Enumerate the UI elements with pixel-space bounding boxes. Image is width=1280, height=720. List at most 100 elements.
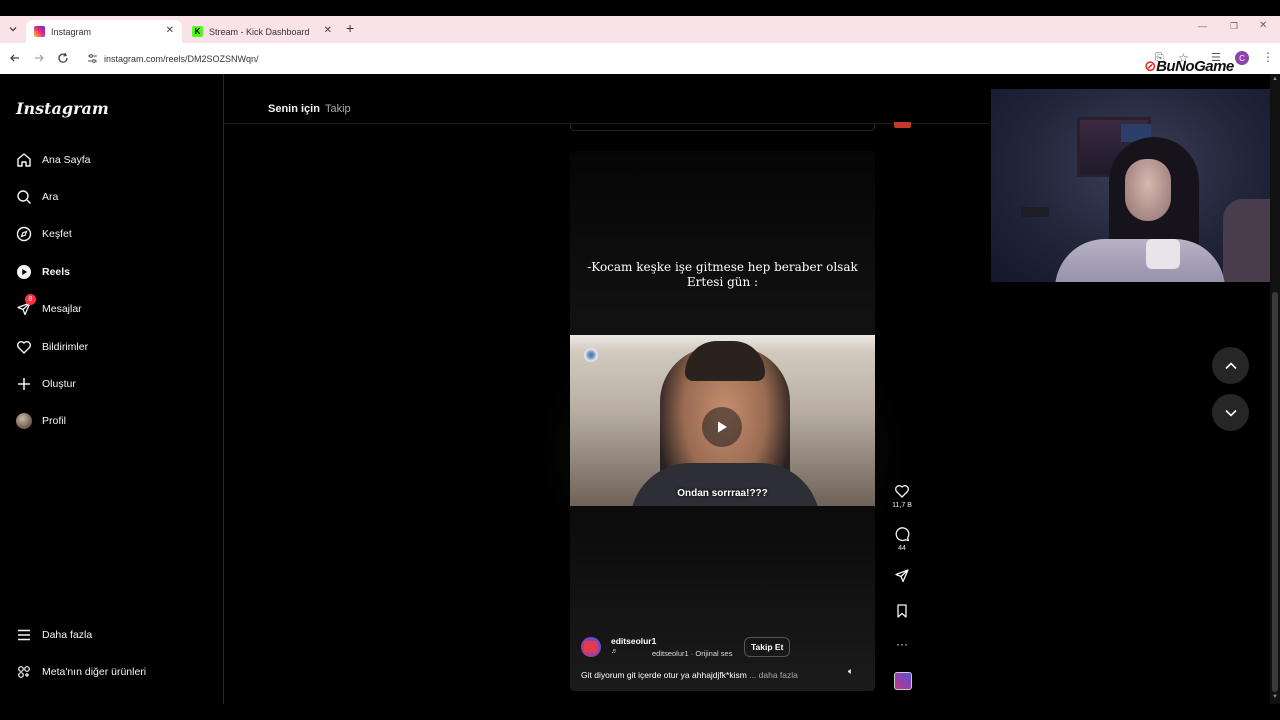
scroll-up-icon[interactable]: ▲ bbox=[1272, 76, 1278, 82]
browser-menu-icon[interactable]: ⋮ bbox=[1262, 50, 1274, 64]
more-link[interactable]: ... daha fazla bbox=[749, 670, 798, 680]
sidebar-item-more[interactable]: Daha fazla bbox=[15, 624, 92, 646]
new-tab-button[interactable]: + bbox=[346, 20, 354, 36]
scroll-down-icon[interactable]: ▼ bbox=[1272, 694, 1278, 700]
reel-video[interactable] bbox=[570, 335, 875, 506]
instagram-favicon-icon bbox=[34, 26, 45, 37]
menu-icon bbox=[15, 626, 33, 644]
share-button[interactable] bbox=[892, 568, 912, 584]
plus-icon bbox=[15, 375, 33, 393]
person-shirt bbox=[630, 463, 820, 506]
sidebar-item-profile[interactable]: Profil bbox=[15, 410, 66, 432]
tab-title: Stream - Kick Dashboard bbox=[209, 26, 310, 37]
scrollbar-thumb[interactable] bbox=[1272, 292, 1278, 692]
comment-button[interactable]: 44 bbox=[892, 526, 912, 552]
close-icon[interactable]: ✕ bbox=[324, 25, 332, 36]
music-note-icon: ♬ bbox=[611, 648, 618, 655]
save-button[interactable] bbox=[892, 603, 912, 619]
send-icon bbox=[895, 569, 909, 583]
author-username[interactable]: editseolur1 bbox=[611, 636, 656, 646]
tab-instagram[interactable]: Instagram ✕ bbox=[26, 20, 182, 43]
messenger-icon: 8 bbox=[15, 294, 36, 318]
audio-label[interactable]: editseolur1 · Orijinal ses bbox=[652, 649, 732, 658]
sidebar-item-home[interactable]: Ana Sayfa bbox=[15, 149, 90, 171]
back-icon[interactable] bbox=[9, 52, 21, 64]
home-icon bbox=[15, 151, 33, 169]
forward-icon[interactable] bbox=[33, 52, 45, 64]
tab-strip: Instagram ✕ K Stream - Kick Dashboard ✕ … bbox=[0, 16, 1280, 43]
url-text: instagram.com/reels/DM2SOZSNWqn/ bbox=[104, 53, 259, 64]
notification-badge: 8 bbox=[25, 294, 36, 305]
tab-title: Instagram bbox=[51, 26, 92, 37]
tab-kick[interactable]: K Stream - Kick Dashboard ✕ bbox=[184, 20, 340, 43]
previous-reel-edge bbox=[570, 124, 875, 131]
reel-card[interactable]: -Kocam keşke işe gitmese hep beraber ols… bbox=[570, 151, 875, 691]
url-field[interactable]: instagram.com/reels/DM2SOZSNWqn/ bbox=[80, 48, 1140, 69]
top-bar bbox=[0, 0, 1280, 16]
sidebar-item-notifications[interactable]: Bildirimler bbox=[15, 336, 88, 358]
heart-icon bbox=[15, 338, 33, 356]
sidebar-item-label: Ara bbox=[42, 191, 59, 203]
more-options-icon[interactable]: ··· bbox=[892, 637, 912, 651]
webcam-overlay bbox=[991, 89, 1280, 282]
compass-icon bbox=[15, 225, 33, 243]
chevron-down-icon bbox=[1224, 409, 1237, 417]
chevron-up-icon bbox=[1224, 361, 1237, 369]
tab-search-button[interactable] bbox=[6, 22, 20, 36]
sidebar-item-label: Daha fazla bbox=[42, 629, 93, 641]
author-avatar[interactable] bbox=[581, 637, 601, 657]
watermark-logo: ⊘BuNoGame bbox=[1144, 58, 1234, 75]
bookmark-icon bbox=[897, 604, 907, 618]
restore-icon[interactable]: ❐ bbox=[1230, 21, 1238, 32]
like-button[interactable]: 11,7 B bbox=[892, 483, 912, 509]
sidebar-item-search[interactable]: Ara bbox=[15, 186, 58, 208]
chevron-down-icon bbox=[9, 27, 17, 32]
sidebar: Instagram Ana Sayfa Ara Keşfet Reels 8 M… bbox=[0, 74, 224, 704]
instagram-logo[interactable]: Instagram bbox=[16, 99, 109, 118]
search-icon bbox=[15, 188, 33, 206]
sidebar-item-label: Mesajlar bbox=[42, 303, 82, 315]
overlay-text-line: Ertesi gün : bbox=[686, 275, 759, 289]
caption-text: Git diyorum git içerde otur ya ahhajdjfk… bbox=[581, 670, 747, 680]
site-info-icon[interactable] bbox=[87, 53, 98, 64]
sidebar-item-meta[interactable]: Meta'nın diğer ürünleri bbox=[15, 661, 146, 683]
scrollbar[interactable]: ▲ ▼ bbox=[1270, 74, 1280, 704]
sidebar-item-messages[interactable]: 8 Mesajlar bbox=[15, 294, 82, 320]
comment-icon bbox=[895, 527, 910, 542]
comment-count: 44 bbox=[898, 545, 906, 552]
sidebar-item-label: Meta'nın diğer ürünleri bbox=[42, 666, 147, 678]
streamer-face bbox=[1125, 159, 1171, 221]
reel-overlay-text: -Kocam keşke işe gitmese hep beraber ols… bbox=[570, 260, 875, 290]
kick-favicon-icon: K bbox=[192, 26, 203, 37]
tab-for-you[interactable]: Senin için bbox=[268, 103, 320, 115]
volume-icon[interactable]: 🔈︎ bbox=[848, 666, 862, 680]
sidebar-item-reels[interactable]: Reels bbox=[15, 261, 70, 283]
sidebar-item-label: Keşfet bbox=[42, 228, 72, 240]
bottom-bar bbox=[0, 704, 1280, 720]
video-subtitle: Ondan sorrraa!??? bbox=[677, 488, 768, 499]
follow-button[interactable]: Takip Et bbox=[744, 637, 791, 657]
heart-icon bbox=[895, 485, 909, 498]
sidebar-item-label: Oluştur bbox=[42, 378, 76, 390]
sidebar-item-explore[interactable]: Keşfet bbox=[15, 223, 72, 245]
streamer-body bbox=[1055, 239, 1225, 282]
sidebar-item-create[interactable]: Oluştur bbox=[15, 373, 76, 395]
like-count: 11,7 B bbox=[892, 502, 912, 509]
background-object bbox=[1021, 207, 1049, 217]
close-icon[interactable]: ✕ bbox=[166, 25, 174, 36]
minimize-icon[interactable]: — bbox=[1198, 21, 1207, 31]
window-close-icon[interactable]: ✕ bbox=[1259, 20, 1267, 31]
address-bar: instagram.com/reels/DM2SOZSNWqn/ ⎘ ☆ ☰ C… bbox=[0, 43, 1280, 75]
next-reel-button[interactable] bbox=[1212, 394, 1249, 431]
reload-icon[interactable] bbox=[57, 52, 69, 64]
reels-icon bbox=[15, 263, 33, 281]
previous-reel-button[interactable] bbox=[1212, 347, 1249, 384]
previous-audio-thumb bbox=[894, 122, 911, 128]
sidebar-item-label: Ana Sayfa bbox=[42, 154, 91, 166]
audio-thumbnail[interactable] bbox=[894, 672, 912, 690]
profile-avatar[interactable]: C bbox=[1235, 51, 1249, 65]
tab-following[interactable]: Takip bbox=[325, 103, 351, 115]
sidebar-item-label: Profil bbox=[42, 415, 66, 427]
streamer-phone bbox=[1146, 239, 1180, 269]
play-button[interactable] bbox=[702, 407, 742, 447]
